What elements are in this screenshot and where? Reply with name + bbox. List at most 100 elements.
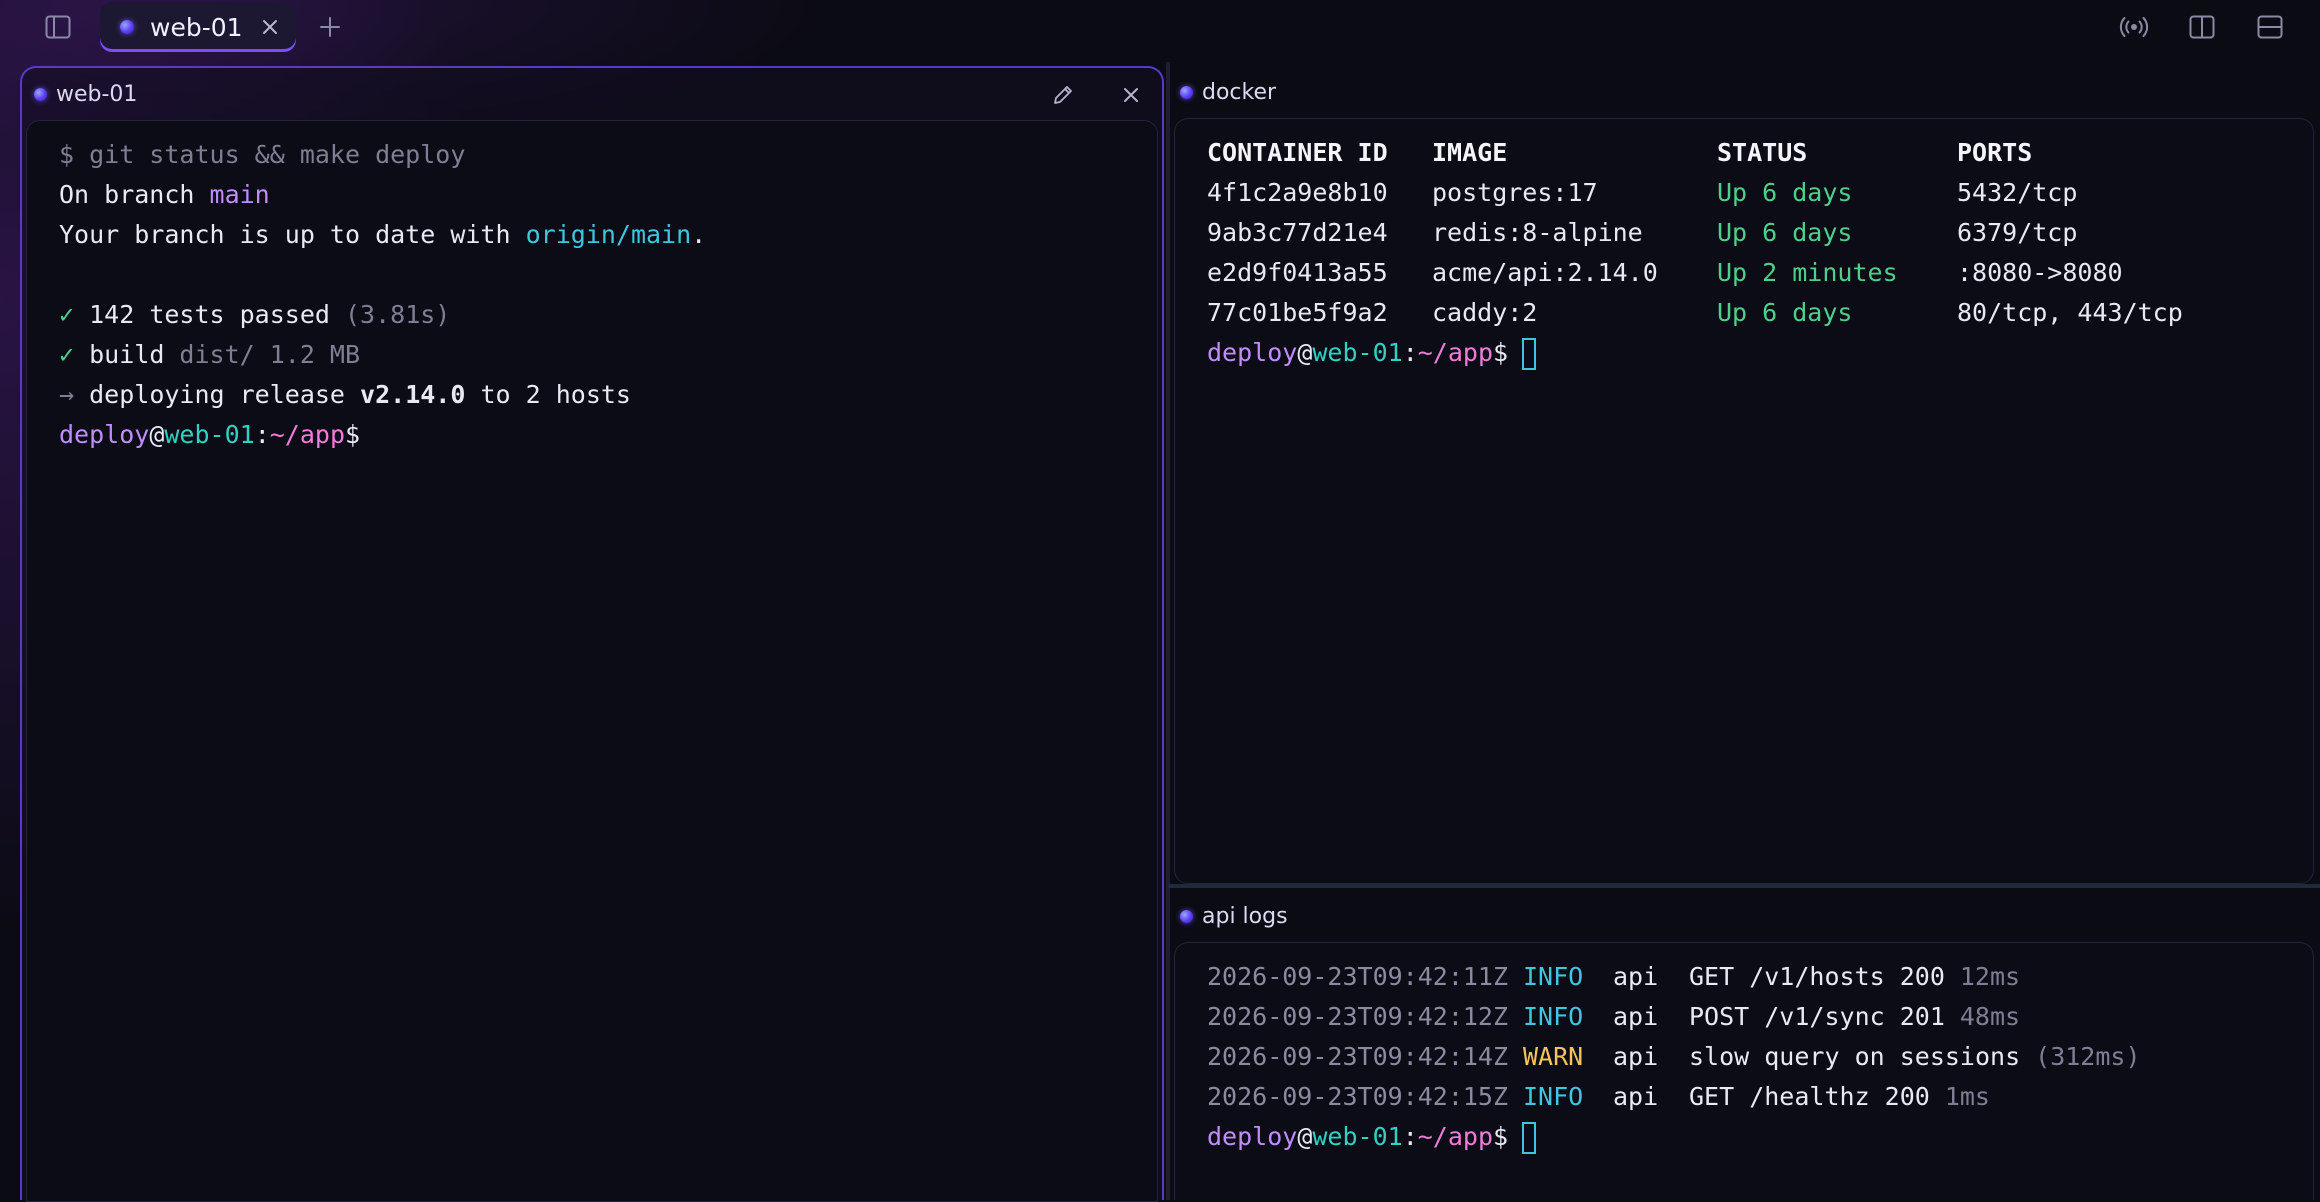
log-timestamp: 2026-09-23T09:42:12Z: [1207, 1002, 1509, 1031]
branch-name: main: [209, 180, 270, 209]
prompt-path: ~/app: [1417, 1122, 1494, 1151]
output-detail: dist/ 1.2 MB: [179, 340, 361, 369]
prompt-at: @: [1297, 338, 1313, 367]
log-level: WARN: [1523, 1042, 1584, 1071]
terminal-output[interactable]: CONTAINER ID IMAGE STATUS PORTS 4f1c2a9e8b10…: [1174, 118, 2314, 884]
output-text: On branch: [59, 180, 210, 209]
terminal-pane-api-logs[interactable]: api logs 2026-09-23T09:42:11Z INFO api GET …: [1168, 890, 2320, 1200]
check-icon: ✓: [59, 340, 75, 369]
prompt-colon: :: [1402, 338, 1418, 367]
container-ports: 5432/tcp: [1957, 178, 2078, 207]
split-vertical-icon[interactable]: [2184, 10, 2220, 44]
broadcast-icon[interactable]: [2116, 10, 2152, 44]
tab-web-01[interactable]: web-01: [100, 2, 296, 52]
prompt-colon: :: [254, 420, 270, 449]
container-id: 77c01be5f9a2: [1207, 298, 1388, 327]
pane-header: web-01: [22, 68, 1162, 120]
container-image: caddy:2: [1432, 298, 1538, 327]
container-status: Up 6 days: [1717, 178, 1853, 207]
plus-icon[interactable]: [312, 10, 348, 44]
prompt-line: deploy@web-01:~/app$: [59, 415, 1157, 455]
prompt-line: deploy@web-01:~/app$: [1207, 333, 2313, 373]
output-text: deploying release: [74, 380, 361, 409]
split-horizontal-icon[interactable]: [2252, 10, 2288, 44]
prompt-colon: :: [1402, 1122, 1418, 1151]
log-timestamp: 2026-09-23T09:42:14Z: [1207, 1042, 1509, 1071]
log-timestamp: 2026-09-23T09:42:15Z: [1207, 1082, 1509, 1111]
pane-header: api logs: [1168, 890, 2320, 942]
column-header: CONTAINER ID: [1207, 138, 1388, 167]
table-row: 9ab3c77d21e4 redis:8-alpine Up 6 days 6379/…: [1207, 213, 2313, 253]
command-line: $ git status && make deploy: [59, 140, 466, 169]
output-text: Your branch is up to date with: [59, 220, 526, 249]
output-text: to 2 hosts: [465, 380, 631, 409]
container-id: 9ab3c77d21e4: [1207, 218, 1388, 247]
pane-header: docker: [1168, 66, 2320, 118]
prompt-user: deploy: [1207, 338, 1298, 367]
prompt-path: ~/app: [1417, 338, 1494, 367]
container-status: Up 6 days: [1717, 298, 1853, 327]
pane-divider-horizontal[interactable]: [1168, 884, 2320, 888]
log-message: GET /healthz 200: [1689, 1082, 1930, 1111]
output-text: 142 tests passed: [74, 300, 345, 329]
prompt-host: web-01: [1312, 1122, 1403, 1151]
arrow-icon: →: [59, 380, 75, 409]
host-dot-icon: [1180, 85, 1193, 99]
edit-icon[interactable]: [1048, 80, 1078, 110]
prompt-at: @: [1297, 1122, 1313, 1151]
container-status: Up 2 minutes: [1717, 258, 1898, 287]
log-duration: 12ms: [1959, 962, 2021, 991]
log-service: api: [1613, 1042, 1659, 1071]
container-ports: 80/tcp, 443/tcp: [1957, 298, 2183, 327]
column-header: STATUS: [1717, 138, 1808, 167]
log-service: api: [1613, 962, 1659, 991]
prompt-line: deploy@web-01:~/app$: [1207, 1117, 2313, 1157]
container-ports: 6379/tcp: [1957, 218, 2078, 247]
log-row: 2026-09-23T09:42:14Z WARN api slow query on…: [1207, 1037, 2313, 1077]
output-line: On branch main: [59, 175, 1157, 215]
prompt-symbol: $: [1493, 338, 1509, 367]
remote-branch: origin/main: [525, 220, 692, 249]
container-image: redis:8-alpine: [1432, 218, 1643, 247]
container-ports: :8080->8080: [1957, 258, 2123, 287]
table-row: 77c01be5f9a2 caddy:2 Up 6 days 80/tcp, 443/…: [1207, 293, 2313, 333]
log-service: api: [1613, 1082, 1659, 1111]
log-service: api: [1613, 1002, 1659, 1031]
host-dot-icon: [120, 20, 134, 34]
prompt-at: @: [149, 420, 165, 449]
log-level: INFO: [1523, 1082, 1584, 1111]
tab-label: web-01: [150, 12, 243, 42]
terminal-output[interactable]: 2026-09-23T09:42:11Z INFO api GET /v1/hosts…: [1174, 942, 2314, 1200]
prompt-host: web-01: [1312, 338, 1403, 367]
output-line: ✓ build dist/ 1.2 MB: [59, 335, 1157, 375]
pane-title: api logs: [1202, 903, 1288, 929]
host-dot-icon: [34, 87, 47, 101]
prompt-path: ~/app: [269, 420, 346, 449]
host-dot-icon: [1180, 909, 1193, 923]
terminal-pane-web-01[interactable]: web-01 $ git status && make deploy On bra…: [20, 66, 1164, 1202]
output-detail: (3.81s): [345, 300, 451, 329]
release-version: v2.14.0: [360, 380, 466, 409]
output-line: Your branch is up to date with origin/ma…: [59, 215, 1157, 255]
prompt-host: web-01: [164, 420, 255, 449]
log-duration: (312ms): [2035, 1042, 2141, 1071]
log-row: 2026-09-23T09:42:11Z INFO api GET /v1/hosts…: [1207, 957, 2313, 997]
prompt-user: deploy: [1207, 1122, 1298, 1151]
check-icon: ✓: [59, 300, 75, 329]
tab-close-icon[interactable]: [258, 15, 282, 39]
prompt-user: deploy: [59, 420, 150, 449]
pane-title: docker: [1202, 79, 1277, 105]
terminal-pane-docker[interactable]: docker CONTAINER ID IMAGE STATUS PORTS 4f1c2…: [1168, 66, 2320, 884]
container-image: acme/api:2.14.0: [1432, 258, 1658, 287]
log-level: INFO: [1523, 1002, 1584, 1031]
log-message: POST /v1/sync 201: [1689, 1002, 1945, 1031]
close-pane-icon[interactable]: [1116, 80, 1146, 110]
terminal-output[interactable]: $ git status && make deploy On branch mai…: [26, 120, 1158, 1202]
sidebar-toggle-icon[interactable]: [40, 10, 76, 44]
pane-title: web-01: [56, 81, 138, 107]
column-header: IMAGE: [1432, 138, 1508, 167]
output-line: ✓ 142 tests passed (3.81s): [59, 295, 1157, 335]
log-level: INFO: [1523, 962, 1584, 991]
terminal-cursor: [1522, 1122, 1537, 1154]
